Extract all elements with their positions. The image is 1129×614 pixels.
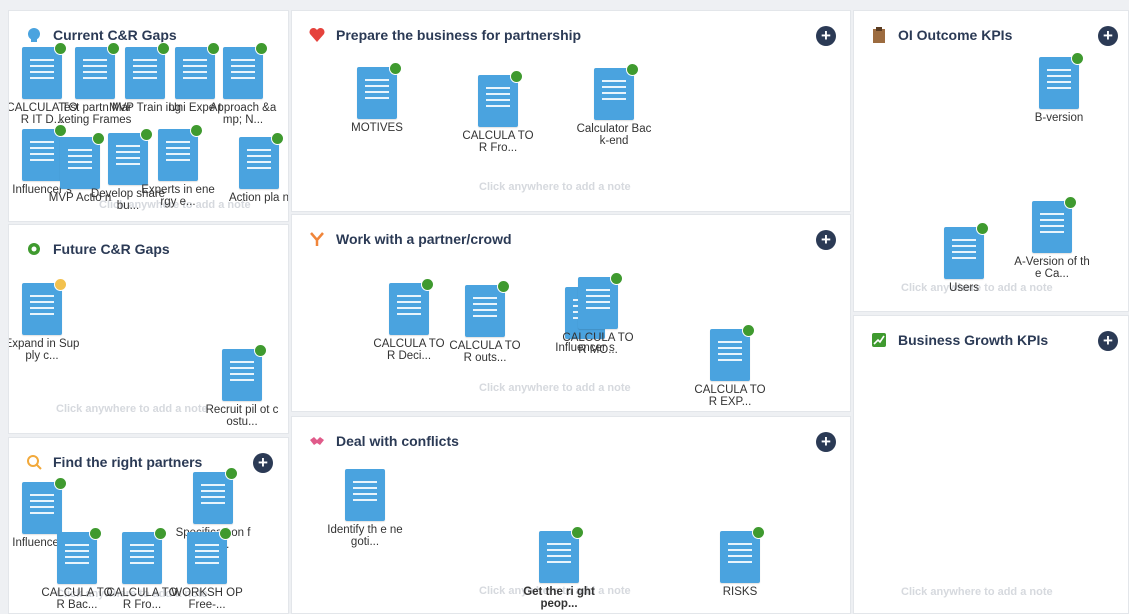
note-label: Expand in Supply c...	[8, 338, 80, 362]
note-label: Calculator Back-end	[576, 123, 652, 147]
note-icon	[22, 278, 67, 335]
panel-title: Business Growth KPIs	[898, 332, 1049, 348]
note-icon	[478, 70, 523, 127]
note-label: RISKS	[722, 586, 758, 598]
note[interactable]: Action pla n	[221, 132, 289, 204]
bulb-icon	[28, 28, 40, 42]
add-note-hint[interactable]: Click anywhere to add a note	[479, 382, 631, 394]
note-icon	[578, 272, 623, 329]
note-icon	[158, 124, 203, 181]
note-icon	[720, 526, 765, 583]
note[interactable]: Approach &amp; N...	[205, 42, 281, 126]
clipboard-icon	[873, 27, 885, 43]
note-icon	[57, 527, 102, 584]
add-note-button[interactable]: +	[816, 26, 836, 46]
note-label: A-Version of the Ca...	[1014, 256, 1090, 280]
add-note-hint[interactable]: Click anywhere to add a note	[901, 586, 1053, 598]
note-icon	[710, 324, 755, 381]
note-label: CALCULA TOR EXP...	[694, 384, 766, 408]
note[interactable]: WORKSH OP Free-...	[169, 527, 245, 611]
panel-title: Current C&R Gaps	[53, 27, 177, 43]
note-icon	[944, 222, 989, 279]
panel-prepare[interactable]: Prepare the business for partnership + C…	[291, 10, 851, 212]
panel-title: Work with a partner/crowd	[336, 231, 512, 247]
note-label: CALCULA TOR Fro...	[462, 130, 534, 154]
note-icon	[539, 526, 584, 583]
note[interactable]: Identify th e negoti...	[327, 469, 403, 548]
panel-future[interactable]: Future C&R Gaps Click anywhere to add a …	[8, 224, 289, 434]
gear-icon	[28, 243, 40, 255]
note-icon	[1039, 52, 1084, 109]
note-icon	[122, 527, 167, 584]
note-icon	[239, 132, 284, 189]
panel-title: Find the right partners	[53, 454, 203, 470]
add-note-button[interactable]: +	[1098, 26, 1118, 46]
note-icon	[345, 469, 385, 521]
note[interactable]: CALCULA TOR Fro...	[460, 70, 536, 154]
add-note-button[interactable]: +	[816, 432, 836, 452]
note[interactable]: A-Version of the Ca...	[1014, 196, 1090, 280]
panel-partners[interactable]: Find the right partners + Click anywhere…	[8, 437, 289, 614]
note[interactable]: B-version	[1021, 52, 1097, 124]
note-icon	[389, 278, 434, 335]
note-icon	[1032, 196, 1077, 253]
add-note-hint[interactable]: Click anywhere to add a note	[56, 403, 208, 415]
note-icon	[223, 42, 268, 99]
note-label: Approach &amp; N...	[209, 102, 277, 126]
note[interactable]: CALCULA TOR EXP...	[692, 324, 768, 408]
note-icon	[465, 280, 510, 337]
note-label: WORKSH OP Free-...	[171, 587, 243, 611]
panel-conflicts[interactable]: Deal with conflicts + Click anywhere to …	[291, 416, 851, 614]
handshake-icon	[310, 437, 324, 445]
note[interactable]: Calculator Back-end	[576, 63, 652, 147]
note-label: Action pla n	[228, 192, 289, 204]
panel-title: Prepare the business for partnership	[336, 27, 582, 43]
panel-title: Future C&R Gaps	[53, 241, 170, 257]
note-label: Users	[948, 282, 980, 294]
note-icon	[22, 42, 67, 99]
note[interactable]: CALCULA TOR Deci...	[371, 278, 447, 362]
note-icon	[22, 477, 67, 534]
note[interactable]: Experts in energy e...	[140, 124, 216, 208]
note[interactable]: Recruit pil ot costu...	[204, 344, 280, 428]
note[interactable]: RISKS	[702, 526, 778, 598]
note-icon	[357, 62, 402, 119]
note[interactable]: CALCULA TOR MO...	[560, 272, 636, 356]
panel-oi[interactable]: OI Outcome KPIs + Click anywhere to add …	[853, 10, 1129, 312]
note-label: CALCULA TOR Deci...	[373, 338, 445, 362]
note-label: B-version	[1034, 112, 1084, 124]
branch-icon	[310, 232, 324, 246]
note-label: MOTIVES	[351, 122, 403, 134]
add-note-hint[interactable]: Click anywhere to add a note	[479, 181, 631, 193]
note-label: Experts in energy e...	[141, 184, 215, 208]
heart-icon	[309, 27, 325, 42]
note-label: CALCULA TOR outs...	[449, 340, 521, 364]
panel-work[interactable]: Work with a partner/crowd + Click anywhe…	[291, 214, 851, 412]
panel-title: OI Outcome KPIs	[898, 27, 1013, 43]
note-label: Identify th e negoti...	[327, 524, 403, 548]
note[interactable]: Expand in Supply c...	[8, 278, 80, 362]
note[interactable]: Users	[926, 222, 1002, 294]
add-note-button[interactable]: +	[816, 230, 836, 250]
note[interactable]: CALCULA TOR outs...	[447, 280, 523, 364]
panel-growth[interactable]: Business Growth KPIs + Click anywhere to…	[853, 315, 1129, 614]
add-note-button[interactable]: +	[1098, 331, 1118, 351]
note-icon	[187, 527, 232, 584]
note-label: Recruit pil ot costu...	[205, 404, 279, 428]
note[interactable]: MOTIVES	[339, 62, 415, 134]
search-icon	[27, 455, 42, 470]
note-label: Get the ri ght peop...	[523, 586, 595, 610]
note-icon	[193, 467, 238, 524]
note-icon	[594, 63, 639, 120]
note-icon	[222, 344, 267, 401]
panel-title: Deal with conflicts	[336, 433, 459, 449]
note-label: CALCULA TOR MO...	[562, 332, 634, 356]
add-note-button[interactable]: +	[253, 453, 273, 473]
panel-current[interactable]: Current C&R Gaps Click anywhere to add a…	[8, 10, 289, 222]
note[interactable]: Get the ri ght peop...	[521, 526, 597, 610]
growth-chart-icon	[872, 333, 886, 347]
